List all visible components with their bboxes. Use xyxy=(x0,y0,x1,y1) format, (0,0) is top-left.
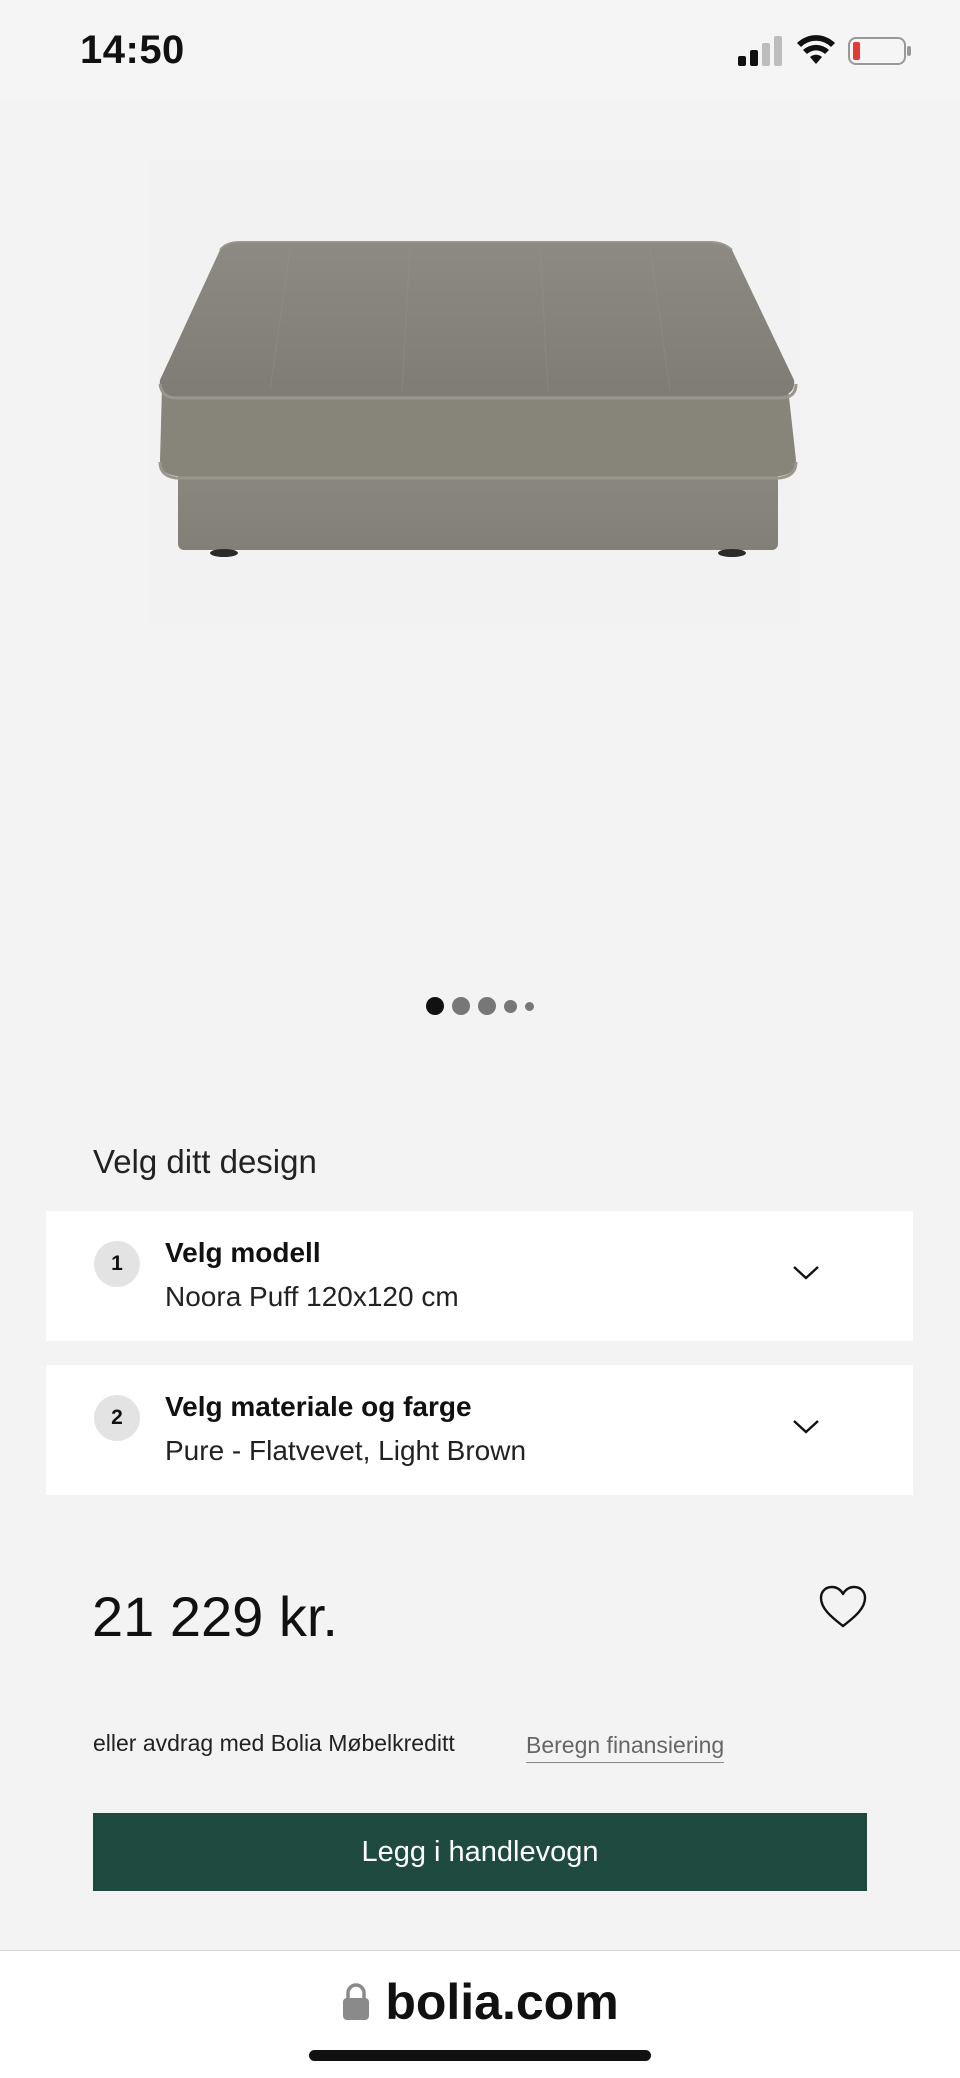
option-title: Velg modell xyxy=(165,1237,321,1268)
step-number: 2 xyxy=(94,1395,140,1441)
carousel-dot[interactable] xyxy=(452,997,470,1015)
wifi-icon xyxy=(797,35,835,64)
signal-icon xyxy=(738,36,782,66)
price: 21 229 kr. xyxy=(92,1585,338,1648)
design-heading: Velg ditt design xyxy=(93,1143,317,1180)
option-material[interactable]: 2 Velg materiale og farge Pure - Flatvev… xyxy=(46,1365,913,1495)
url-text[interactable]: bolia.com xyxy=(385,1973,618,2031)
option-title: Velg materiale og farge xyxy=(165,1391,472,1422)
option-value: Noora Puff 120x120 cm xyxy=(165,1281,459,1312)
home-indicator[interactable] xyxy=(309,2050,651,2061)
carousel-dot[interactable] xyxy=(504,999,517,1013)
url-wrap[interactable]: bolia.com xyxy=(0,1973,960,2031)
carousel-dot[interactable] xyxy=(478,997,496,1015)
carousel-dot[interactable] xyxy=(525,1001,534,1011)
chevron-down-icon[interactable] xyxy=(792,1417,820,1437)
carousel-dot[interactable] xyxy=(426,997,444,1015)
lock-icon xyxy=(343,1983,370,2020)
finance-link[interactable]: Beregn finansiering xyxy=(526,1732,725,1763)
add-to-cart-button[interactable]: Legg i handlevogn xyxy=(93,1813,867,1891)
status-time: 14:50 xyxy=(80,28,185,72)
chevron-down-icon[interactable] xyxy=(792,1263,820,1283)
product-image[interactable] xyxy=(150,160,800,630)
heart-icon[interactable] xyxy=(818,1584,868,1630)
status-bar: 14:50 xyxy=(0,0,960,100)
option-model[interactable]: 1 Velg modell Noora Puff 120x120 cm xyxy=(46,1211,913,1341)
carousel-dots[interactable] xyxy=(0,996,960,1016)
option-value: Pure - Flatvevet, Light Brown xyxy=(165,1435,527,1466)
battery-icon xyxy=(848,37,911,65)
finance-text: eller avdrag med Bolia Møbelkreditt xyxy=(93,1730,455,1756)
step-number: 1 xyxy=(94,1241,140,1287)
